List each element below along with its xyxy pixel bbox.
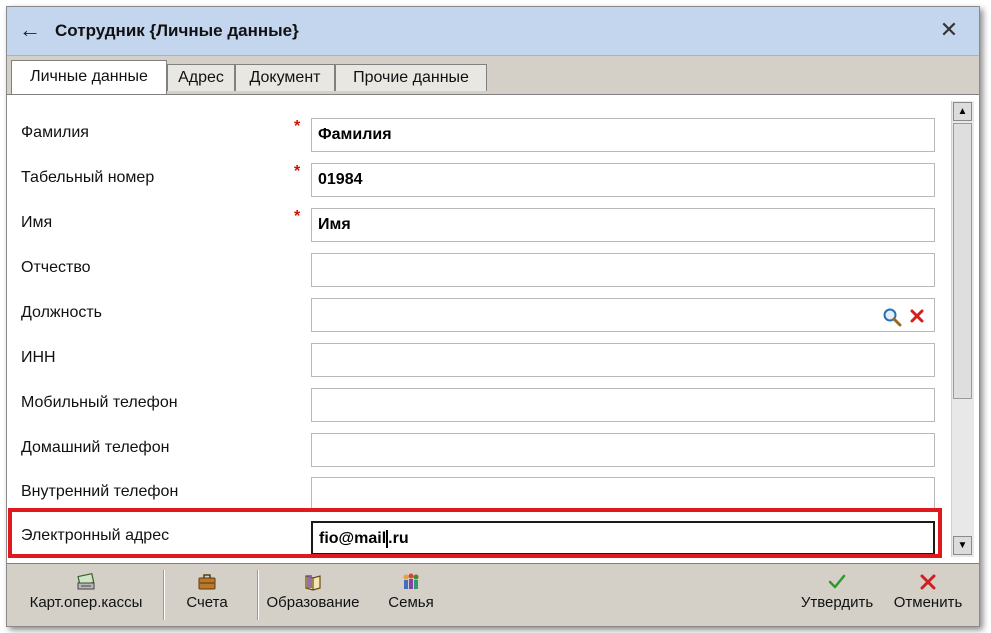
field-row-patronymic: Отчество	[7, 247, 947, 291]
home-phone-field[interactable]	[311, 433, 935, 467]
education-label: Образование	[266, 594, 360, 611]
title-bar: ← Сотрудник {Личные данные} ✕	[7, 7, 979, 56]
toolbar-separator	[163, 570, 165, 620]
briefcase-icon	[198, 574, 216, 590]
home-phone-label: Домашний телефон	[21, 439, 170, 456]
mobile-phone-field[interactable]	[311, 388, 935, 422]
search-icon[interactable]	[882, 307, 902, 327]
first-name-label: Имя	[21, 214, 53, 231]
patronymic-field[interactable]	[311, 253, 935, 287]
email-label: Электронный адрес	[21, 527, 170, 544]
cancel-label: Отменить	[893, 594, 963, 611]
personnel-number-label: Табельный номер	[21, 169, 155, 186]
inn-label: ИНН	[21, 349, 56, 366]
family-icon	[403, 573, 419, 589]
family-label: Семья	[388, 594, 434, 611]
field-row-position: Должность	[7, 292, 947, 336]
window-title: Сотрудник {Личные данные}	[55, 21, 299, 40]
cash-register-card-label: Карт.опер.кассы	[29, 594, 143, 611]
tab-strip: Личные данные Адрес Документ Прочие данн…	[7, 56, 979, 94]
vertical-scrollbar[interactable]: ▲ ▼	[951, 101, 974, 557]
field-row-email: Электронный адрес fio@mail .ru	[7, 515, 947, 559]
form-area: Фамилия * Фамилия Табельный номер * 0198…	[7, 94, 979, 563]
accounts-button[interactable]: Счета	[177, 568, 237, 622]
email-field[interactable]: fio@mail .ru	[311, 521, 935, 555]
position-label: Должность	[21, 304, 102, 321]
required-mark: *	[294, 163, 301, 180]
close-icon[interactable]: ✕	[937, 18, 961, 42]
personnel-number-field[interactable]: 01984	[311, 163, 935, 197]
checkmark-icon	[828, 574, 846, 589]
last-name-label: Фамилия	[21, 124, 89, 141]
cancel-button[interactable]: Отменить	[887, 568, 969, 622]
position-field[interactable]	[311, 298, 935, 332]
tab-other-data[interactable]: Прочие данные	[335, 64, 487, 91]
scroll-thumb[interactable]	[953, 123, 972, 399]
education-button[interactable]: Образование	[263, 568, 363, 622]
approve-button[interactable]: Утвердить	[795, 568, 879, 622]
field-row-last-name: Фамилия * Фамилия	[7, 112, 947, 156]
tab-document[interactable]: Документ	[235, 64, 335, 91]
field-row-inn: ИНН	[7, 337, 947, 381]
email-value-after-caret: .ru	[388, 530, 409, 547]
inn-field[interactable]	[311, 343, 935, 377]
field-row-mobile-phone: Мобильный телефон	[7, 382, 947, 426]
tab-personal-data[interactable]: Личные данные	[11, 60, 167, 94]
field-row-first-name: Имя * Имя	[7, 202, 947, 246]
internal-phone-field[interactable]	[311, 477, 935, 511]
bottom-toolbar: Карт.опер.кассы Счета Образование Семья …	[7, 563, 979, 626]
approve-label: Утвердить	[800, 594, 874, 611]
first-name-field[interactable]: Имя	[311, 208, 935, 242]
last-name-field[interactable]: Фамилия	[311, 118, 935, 152]
book-icon	[305, 575, 321, 591]
field-row-personnel-number: Табельный номер * 01984	[7, 157, 947, 201]
required-mark: *	[294, 208, 301, 225]
toolbar-separator	[257, 570, 259, 620]
family-button[interactable]: Семья	[383, 568, 439, 622]
back-arrow-icon[interactable]: ←	[17, 19, 43, 43]
required-mark: *	[294, 118, 301, 135]
email-value-before-caret: fio@mail	[319, 530, 387, 547]
field-row-home-phone: Домашний телефон	[7, 427, 947, 471]
scroll-up-arrow-icon[interactable]: ▲	[953, 102, 972, 121]
employee-window: ← Сотрудник {Личные данные} ✕ Личные дан…	[6, 6, 980, 627]
tab-address[interactable]: Адрес	[167, 64, 235, 91]
patronymic-label: Отчество	[21, 259, 91, 276]
cash-register-card-button[interactable]: Карт.опер.кассы	[15, 568, 157, 622]
cancel-x-icon	[920, 574, 936, 590]
field-row-internal-phone: Внутренний телефон	[7, 471, 947, 515]
accounts-label: Счета	[186, 594, 228, 611]
scroll-down-arrow-icon[interactable]: ▼	[953, 536, 972, 555]
mobile-phone-label: Мобильный телефон	[21, 394, 178, 411]
clear-icon[interactable]	[908, 307, 926, 325]
internal-phone-label: Внутренний телефон	[21, 483, 179, 500]
cash-register-icon	[77, 572, 95, 590]
